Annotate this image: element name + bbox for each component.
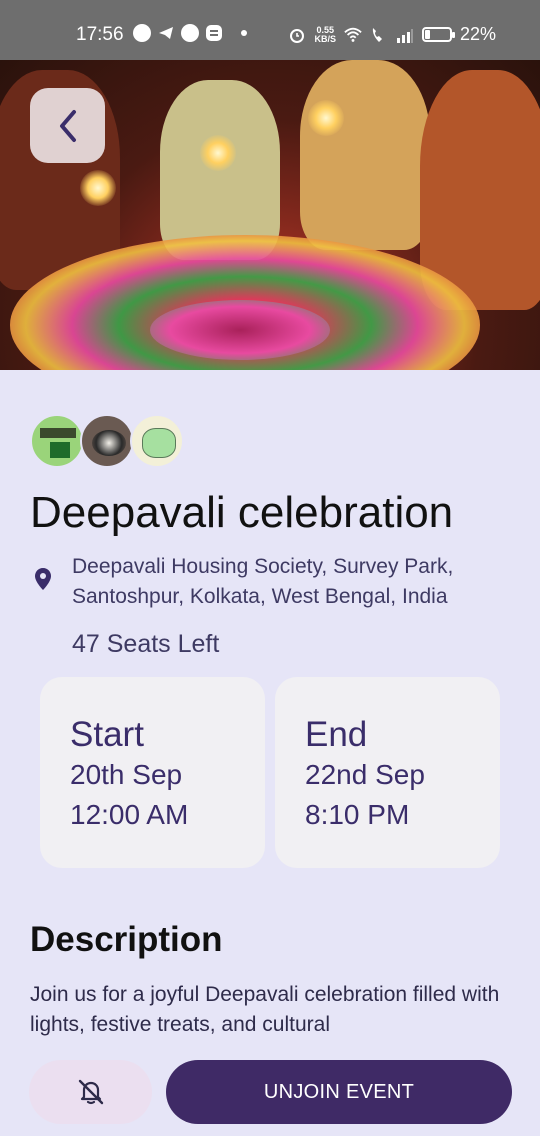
battery-icon <box>421 27 455 42</box>
end-date: 22nd Sep <box>305 759 425 790</box>
system-icons: 0.55 KB/S 22% <box>288 24 496 45</box>
signal-icon <box>396 28 413 43</box>
notifications-toggle-button[interactable] <box>29 1060 152 1124</box>
app-notification-icon <box>206 25 222 41</box>
rangoli-center <box>150 300 330 360</box>
attendee-avatars[interactable] <box>30 414 184 468</box>
sparkler-light <box>200 135 236 171</box>
event-title: Deepavali celebration <box>30 488 454 537</box>
avatar <box>80 414 134 468</box>
end-time: 8:10 PM <box>305 799 410 830</box>
sparkler-light <box>308 100 344 136</box>
back-button[interactable] <box>30 88 105 163</box>
telegram-icon <box>159 27 173 39</box>
avatar <box>130 414 184 468</box>
avatar <box>30 414 84 468</box>
end-card: End 22nd Sep 8:10 PM <box>275 677 500 868</box>
bell-off-icon <box>78 1079 103 1105</box>
start-card: Start 20th Sep 12:00 AM <box>40 677 265 868</box>
start-date: 20th Sep <box>70 759 183 790</box>
network-speed: 0.55 KB/S <box>314 25 336 44</box>
notification-icons <box>133 24 247 42</box>
start-label: Start <box>70 715 144 754</box>
hero-figure <box>300 60 430 250</box>
event-location: Deepavali Housing Society, Survey Park, … <box>72 555 454 608</box>
battery-level <box>424 30 430 39</box>
location-pin-icon <box>35 568 51 590</box>
alarm-icon <box>290 28 305 43</box>
sparkler-light <box>80 170 116 206</box>
description-text: Join us for a joyful Deepavali celebrati… <box>30 983 500 1036</box>
description-heading: Description <box>30 920 223 959</box>
wifi-calling-icon <box>372 27 382 42</box>
battery-percent: 22% <box>459 24 496 44</box>
end-label: End <box>305 715 368 754</box>
unjoin-event-button[interactable]: UNJOIN EVENT <box>166 1060 512 1124</box>
facebook-icon <box>181 24 199 42</box>
whatsapp-icon <box>133 24 151 42</box>
wifi-icon <box>344 27 362 42</box>
seats-left: 47 Seats Left <box>72 630 220 658</box>
status-bar: 17:56 0.55 KB/S 22% <box>0 0 540 60</box>
start-time: 12:00 AM <box>70 799 189 830</box>
chevron-left-icon <box>59 109 76 142</box>
network-speed-unit: KB/S <box>314 33 336 44</box>
more-notifications-dot <box>241 30 247 36</box>
status-time: 17:56 <box>76 24 124 45</box>
